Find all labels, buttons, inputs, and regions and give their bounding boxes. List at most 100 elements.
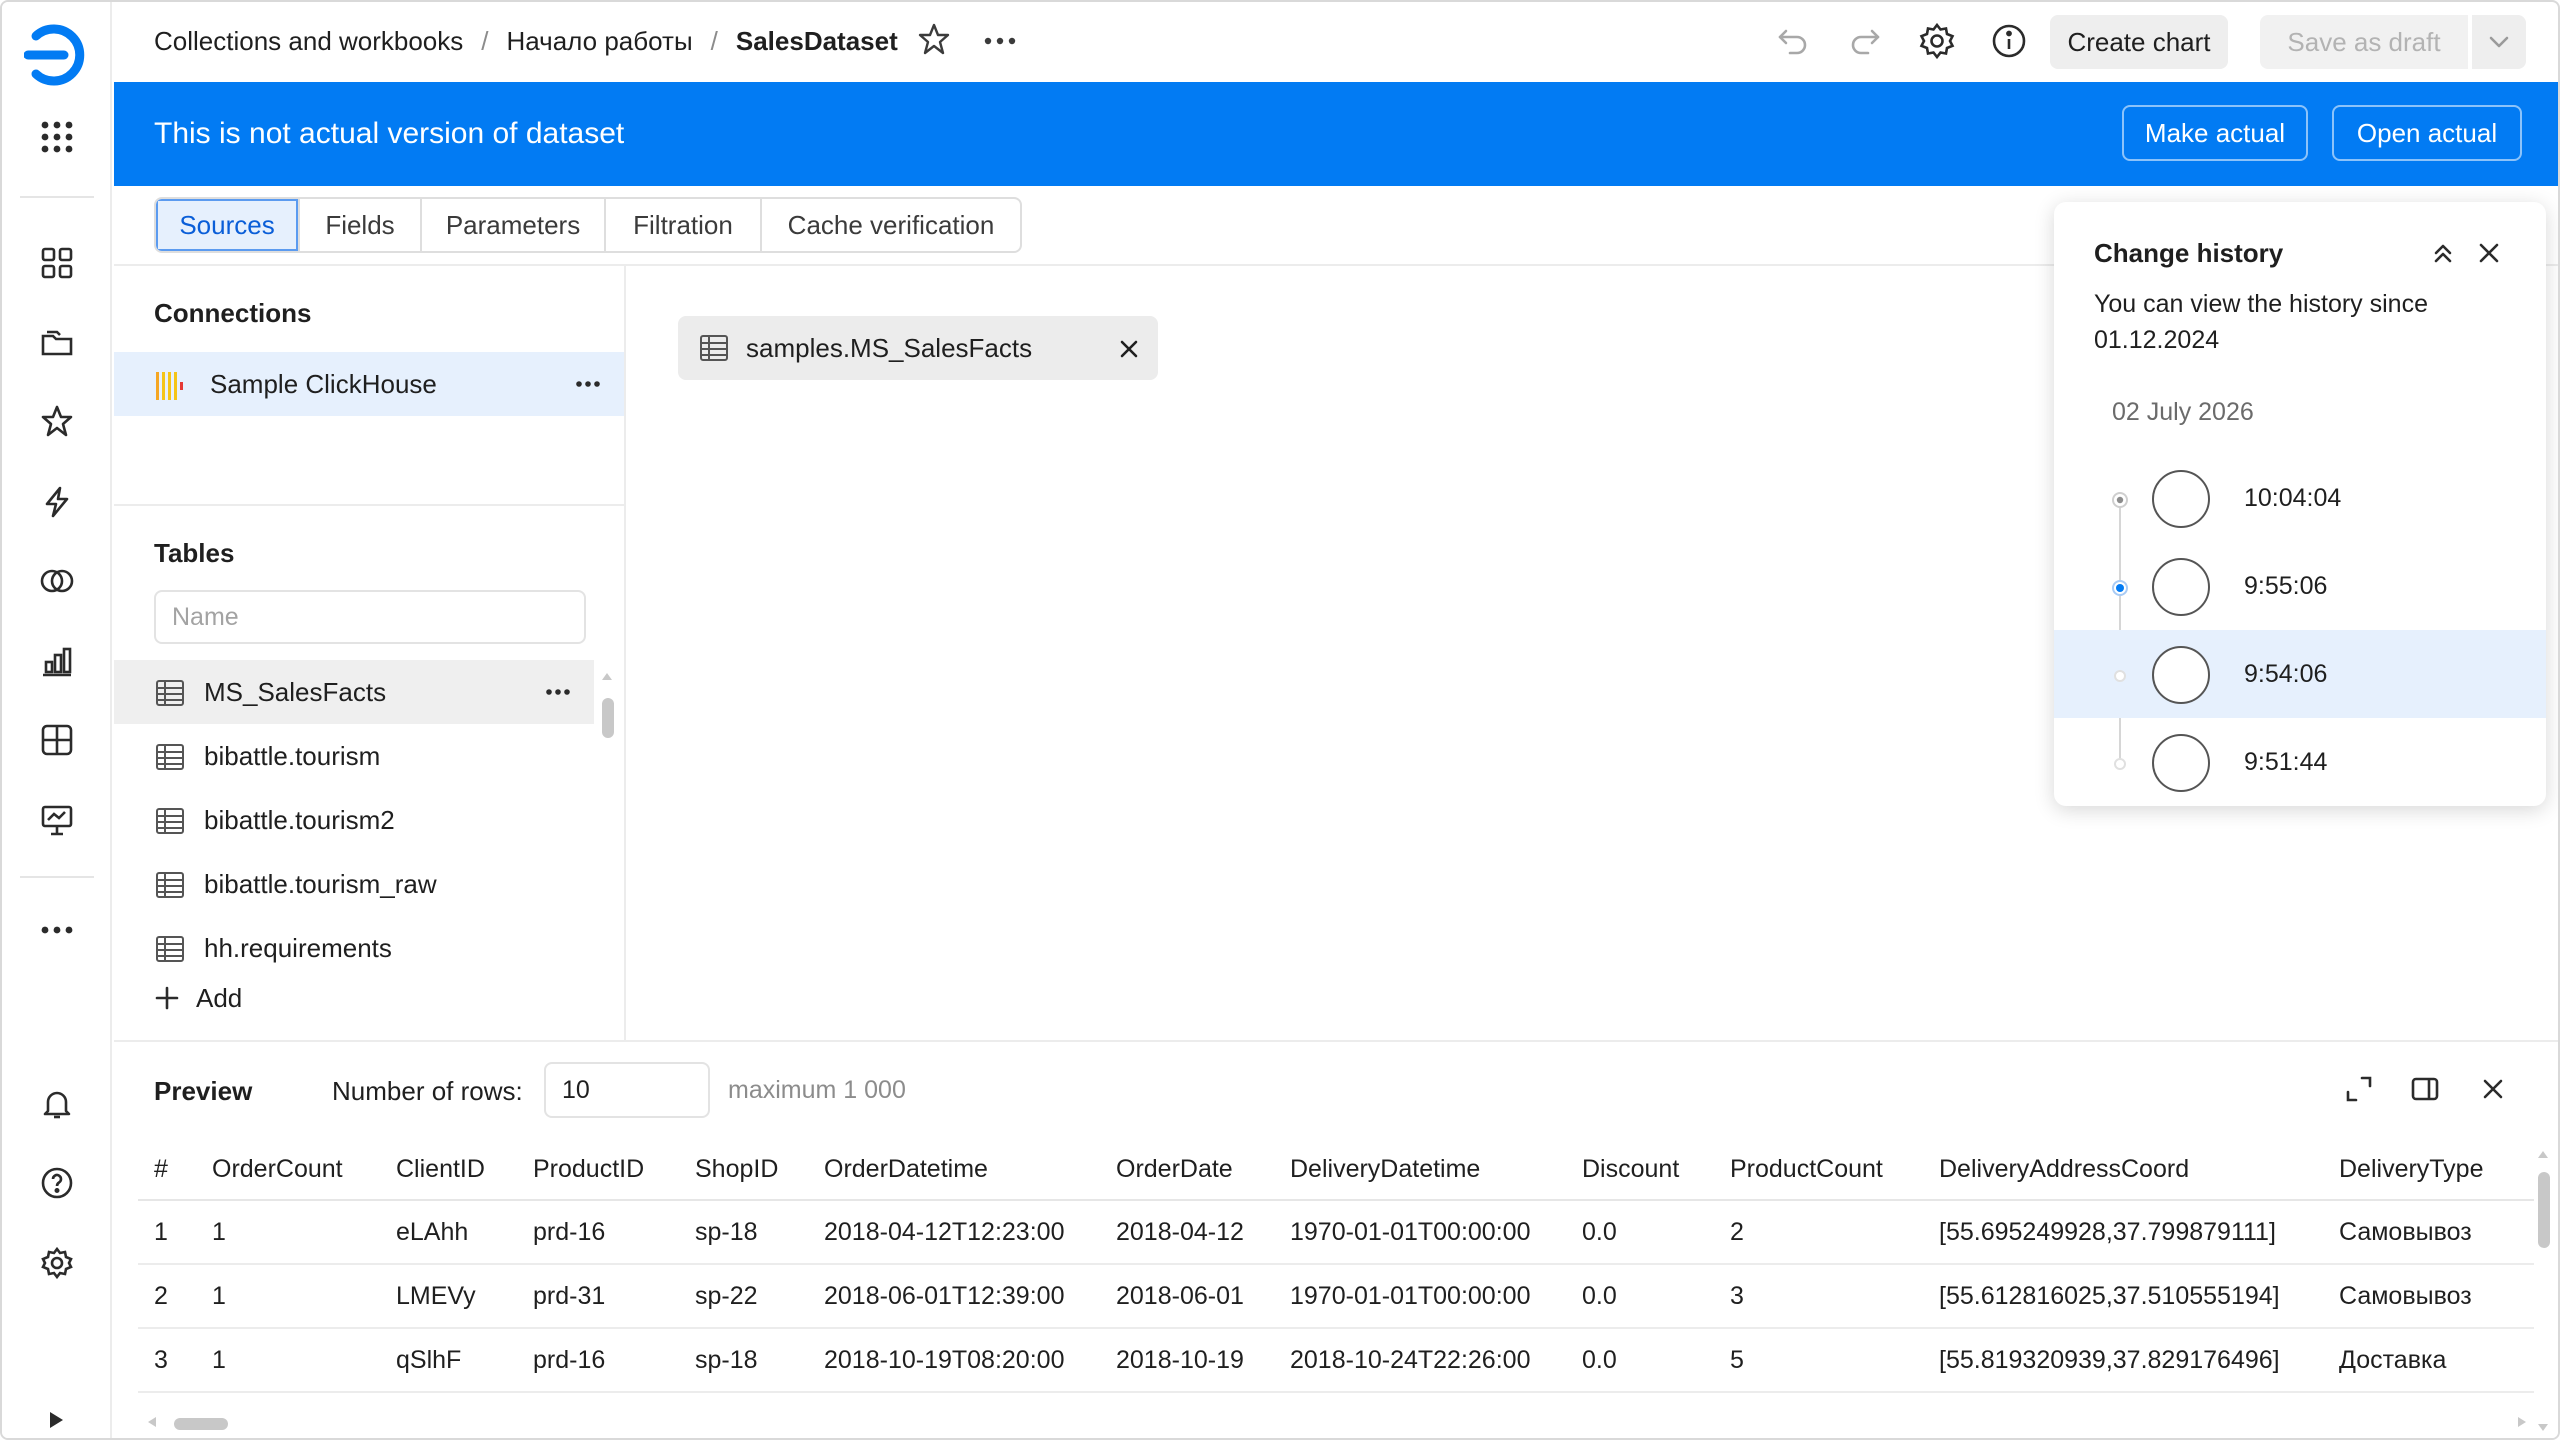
table-cell: prd-31 — [517, 1264, 679, 1329]
table-cell: sp-18 — [679, 1328, 808, 1393]
table-cell: eLAhh — [380, 1200, 517, 1265]
sidebar-divider — [20, 196, 94, 198]
breadcrumb-collections[interactable]: Collections and workbooks — [154, 26, 463, 57]
table-cell: 2018-10-19T08:20:00 — [808, 1328, 1100, 1393]
history-entry[interactable]: 9:54:06 — [2054, 630, 2546, 718]
table-item[interactable]: MS_SalesFacts — [114, 660, 594, 724]
table-cell: 3 — [138, 1328, 196, 1393]
save-as-draft-button[interactable]: Save as draft — [2260, 15, 2468, 69]
connection-name: Sample ClickHouse — [210, 368, 437, 399]
datasets-icon[interactable] — [39, 563, 75, 599]
close-icon[interactable] — [2478, 1074, 2508, 1104]
table-cell: 2018-06-01T12:39:00 — [808, 1264, 1100, 1329]
collections-icon[interactable] — [39, 245, 75, 281]
table-cell: 2 — [138, 1264, 196, 1329]
info-icon[interactable] — [1990, 22, 2028, 60]
preview-horizontal-scrollbar[interactable] — [142, 1412, 2532, 1432]
table-cell: [55.819320939,37.829176496] — [1923, 1328, 2323, 1393]
table-name: bibattle.tourism_raw — [204, 868, 437, 899]
breadcrumb-current-dataset: SalesDataset — [735, 25, 898, 56]
expand-sidebar-icon[interactable] — [46, 1410, 66, 1430]
create-chart-button[interactable]: Create chart — [2050, 15, 2228, 69]
favorites-star-icon[interactable] — [39, 403, 75, 439]
make-actual-button[interactable]: Make actual — [2122, 105, 2308, 161]
history-entry[interactable]: 9:55:06 — [2054, 542, 2546, 630]
settings-gear-icon[interactable] — [39, 1245, 75, 1281]
column-header: OrderDate — [1100, 1140, 1274, 1201]
preview-horizontal-scroll-thumb[interactable] — [174, 1418, 228, 1430]
table-item[interactable]: bibattle.tourism_raw — [114, 852, 594, 916]
table-cell: 2018-04-12T12:23:00 — [808, 1200, 1100, 1265]
table-cell: 1 — [196, 1264, 380, 1329]
avatar — [2152, 470, 2210, 528]
connections-bolt-icon[interactable] — [39, 484, 75, 520]
connection-item[interactable]: Sample ClickHouse — [114, 352, 624, 416]
table-icon — [156, 744, 184, 770]
table-item[interactable]: bibattle.tourism2 — [114, 788, 594, 852]
favorite-star-icon[interactable] — [916, 21, 952, 57]
settings-gear-icon[interactable] — [1918, 22, 1956, 60]
table-cell: 0.0 — [1566, 1200, 1714, 1265]
tab-sources[interactable]: Sources — [156, 199, 300, 251]
apps-grid-icon[interactable] — [39, 119, 75, 155]
table-cell: [55.612816025,37.510555194] — [1923, 1264, 2323, 1329]
table-name: hh.requirements — [204, 932, 392, 963]
table-cell: prd-16 — [517, 1200, 679, 1265]
breadcrumb-workbook[interactable]: Начало работы — [507, 26, 693, 57]
rows-count-input[interactable] — [544, 1062, 710, 1118]
table-row: 2 1 LMEVy prd-31 sp-22 2018-06-01T12:39:… — [138, 1264, 2534, 1329]
breadcrumb: Collections and workbooks / Начало работ… — [154, 2, 898, 80]
connection-more-icon[interactable] — [574, 374, 602, 394]
tab-parameters[interactable]: Parameters — [422, 199, 606, 251]
close-icon[interactable] — [2478, 242, 2500, 264]
folders-icon[interactable] — [39, 324, 75, 360]
notifications-bell-icon[interactable] — [39, 1086, 75, 1122]
table-cell: 2018-04-12 — [1100, 1200, 1274, 1265]
column-header: ProductID — [517, 1140, 679, 1201]
rows-maximum-hint: maximum 1 000 — [728, 1076, 906, 1104]
charts-icon[interactable] — [39, 643, 75, 679]
table-header-row: # OrderCount ClientID ProductID ShopID O… — [138, 1140, 2534, 1201]
collapse-icon[interactable] — [2430, 240, 2456, 266]
tables-scroll-thumb[interactable] — [602, 698, 614, 738]
column-header: DeliveryAddressCoord — [1923, 1140, 2323, 1201]
add-table-button[interactable]: Add — [154, 978, 242, 1018]
sidebar — [2, 2, 112, 1438]
source-table-chip[interactable]: samples.MS_SalesFacts — [678, 316, 1158, 380]
history-entry[interactable]: 9:51:44 — [2054, 718, 2546, 806]
clickhouse-icon — [156, 372, 186, 400]
tab-cache-verification[interactable]: Cache verification — [762, 199, 1020, 251]
fullscreen-icon[interactable] — [2344, 1074, 2374, 1104]
logo-icon[interactable] — [24, 22, 90, 88]
table-item[interactable]: bibattle.tourism — [114, 724, 594, 788]
rows-count-label: Number of rows: — [332, 1076, 523, 1106]
open-actual-button[interactable]: Open actual — [2332, 105, 2522, 161]
table-item[interactable]: hh.requirements — [114, 916, 594, 980]
preview-vertical-scroll-thumb[interactable] — [2538, 1172, 2550, 1248]
more-icon[interactable] — [39, 912, 75, 948]
table-cell: 2 — [1714, 1200, 1923, 1265]
remove-source-icon[interactable] — [1120, 340, 1138, 358]
save-options-dropdown[interactable] — [2472, 15, 2526, 69]
split-view-icon[interactable] — [2410, 1074, 2440, 1104]
table-cell: Самовывоз — [2323, 1200, 2534, 1265]
table-cell: 2018-06-01 — [1100, 1264, 1274, 1329]
history-time: 9:54:06 — [2244, 659, 2328, 688]
panel-divider — [114, 504, 624, 506]
tab-fields[interactable]: Fields — [300, 199, 422, 251]
banner-message: This is not actual version of dataset — [154, 117, 625, 150]
table-cell: Самовывоз — [2323, 1264, 2534, 1329]
preview-title: Preview — [154, 1076, 253, 1106]
dashboards-icon[interactable] — [39, 722, 75, 758]
history-entry[interactable]: 10:04:04 — [2054, 454, 2546, 542]
undo-icon[interactable] — [1774, 22, 1812, 60]
table-search-input[interactable] — [154, 590, 586, 644]
help-icon[interactable] — [39, 1165, 75, 1201]
redo-icon[interactable] — [1846, 22, 1884, 60]
table-more-icon[interactable] — [544, 682, 572, 702]
plus-icon — [155, 986, 179, 1010]
table-cell: 1 — [138, 1200, 196, 1265]
tab-filtration[interactable]: Filtration — [606, 199, 762, 251]
reports-presentation-icon[interactable] — [39, 802, 75, 838]
more-actions-icon[interactable] — [980, 26, 1020, 56]
